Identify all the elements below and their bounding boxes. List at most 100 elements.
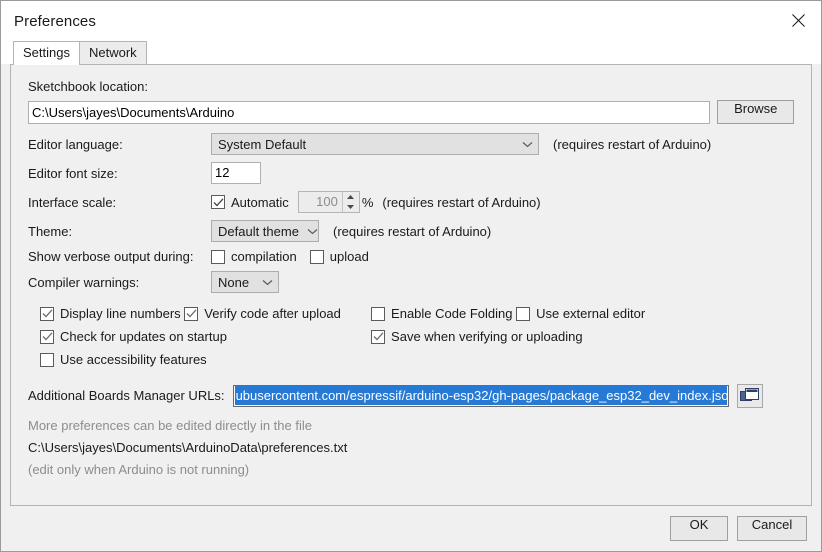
compiler-warnings-value: None [218,274,250,290]
enable-code-folding-checkbox[interactable] [371,306,386,321]
windows-expand-icon[interactable] [736,383,763,408]
dialog-button-bar: OK Cancel [1,506,821,551]
settings-panel: Sketchbook location: C:\Users\jayes\Docu… [10,64,812,506]
boards-urls-input[interactable]: ubusercontent.com/espressif/arduino-esp3… [232,384,729,407]
cancel-button[interactable]: Cancel [737,516,807,541]
use-accessibility-features-checkbox[interactable] [40,352,54,367]
display-line-numbers-checkbox[interactable] [40,306,54,321]
save-when-verifying-checkbox-wrap[interactable]: Save when verifying or uploading [371,329,583,344]
interface-scale-stepper-buttons[interactable] [341,192,359,212]
interface-scale-row: Interface scale: Automatic 100 % (requir… [28,191,794,213]
chevron-down-icon [260,279,274,286]
save-when-verifying-checkbox[interactable] [371,329,386,344]
sketchbook-row: C:\Users\jayes\Documents\Arduino Browse [28,100,794,124]
sketchbook-location-input[interactable]: C:\Users\jayes\Documents\Arduino [28,100,711,124]
check-for-updates-checkbox-wrap[interactable]: Check for updates on startup [40,329,227,344]
interface-scale-value: 100 [316,194,338,209]
interface-scale-stepper[interactable]: 100 [297,191,360,213]
editor-language-select[interactable]: System Default [211,133,539,155]
display-line-numbers-label: Display line numbers [60,306,181,321]
windows-expand-glyph [740,387,760,401]
boards-urls-row: Additional Boards Manager URLs: ubuserco… [28,383,794,408]
save-when-verifying-label: Save when verifying or uploading [391,329,583,344]
interface-scale-percent: % [361,194,374,210]
compiler-warnings-label: Compiler warnings: [28,274,140,290]
boards-urls-label: Additional Boards Manager URLs: [28,388,225,403]
footer-path-row: C:\Users\jayes\Documents\ArduinoData\pre… [28,440,794,455]
compiler-warnings-row: Compiler warnings: None [28,271,794,293]
check-icon [42,332,52,341]
browse-button[interactable]: Browse [717,100,794,124]
use-accessibility-features-label: Use accessibility features [60,352,207,367]
check-icon [373,332,384,341]
verbose-compilation-label: compilation [231,249,297,264]
theme-label: Theme: [28,223,73,239]
interface-scale-automatic-checkbox[interactable] [211,195,225,209]
interface-scale-automatic-checkbox-wrap[interactable]: Automatic [211,195,289,210]
theme-select[interactable]: Default theme [211,220,319,242]
interface-scale-automatic-label: Automatic [231,194,289,210]
verify-code-after-upload-label: Verify code after upload [204,306,341,321]
chevron-down-icon [520,141,534,148]
check-for-updates-checkbox[interactable] [40,329,54,344]
sketchbook-label: Sketchbook location: [28,79,148,94]
compiler-warnings-select[interactable]: None [211,271,279,293]
ok-button[interactable]: OK [670,516,728,541]
verbose-upload-label: upload [329,249,369,264]
tab-strip: Settings Network [1,41,821,65]
tab-settings-label: Settings [23,45,70,60]
interface-scale-label: Interface scale: [28,194,117,210]
editor-language-restart-note: (requires restart of Arduino) [553,136,712,152]
editor-language-value: System Default [218,136,307,152]
footer-note-1: More preferences can be edited directly … [28,417,312,433]
window-title: Preferences [14,12,96,30]
enable-code-folding-checkbox-wrap[interactable]: Enable Code Folding [371,306,512,321]
enable-code-folding-label: Enable Code Folding [391,306,513,321]
editor-language-label: Editor language: [28,136,123,152]
footer-note-2-row: (edit only when Arduino is not running) [28,462,794,477]
close-icon[interactable] [775,1,821,40]
editor-font-size-label: Editor font size: [28,165,118,181]
display-line-numbers-checkbox-wrap[interactable]: Display line numbers [40,306,181,321]
check-icon [186,309,197,318]
editor-font-size-row: Editor font size: 12 [28,162,794,184]
verbose-output-label: Show verbose output during: [28,249,194,264]
tab-settings[interactable]: Settings [13,41,80,65]
preferences-file-path: C:\Users\jayes\Documents\ArduinoData\pre… [28,439,348,455]
options-column-right: Enable Code Folding Use external editor … [371,306,794,344]
verify-code-after-upload-checkbox[interactable] [184,306,199,321]
stepper-up-icon[interactable] [343,192,359,202]
sketchbook-label-row: Sketchbook location: [28,79,794,94]
verbose-compilation-checkbox[interactable] [211,249,225,264]
verbose-upload-checkbox-wrap[interactable]: upload [309,249,369,264]
options-column-left: Display line numbers Verify code after u… [40,306,371,370]
tab-network-label: Network [88,45,137,60]
close-glyph [791,14,805,27]
footer-note-1-row: More preferences can be edited directly … [28,418,794,433]
theme-restart-note: (requires restart of Arduino) [333,223,492,239]
interface-scale-restart-note: (requires restart of Arduino) [382,194,541,210]
options-columns: Display line numbers Verify code after u… [28,306,794,370]
use-external-editor-checkbox-wrap[interactable]: Use external editor [516,306,645,321]
verbose-output-row: Show verbose output during: compilation … [28,249,794,264]
title-bar: Preferences [1,1,821,41]
preferences-dialog: Preferences Settings Network Sketchbook … [0,0,822,552]
theme-row: Theme: Default theme (requires restart o… [28,220,794,242]
theme-value: Default theme [218,223,299,239]
check-for-updates-label: Check for updates on startup [60,329,227,344]
use-accessibility-features-checkbox-wrap[interactable]: Use accessibility features [40,352,207,367]
boards-urls-value: ubusercontent.com/espressif/arduino-esp3… [234,386,727,405]
verbose-upload-checkbox[interactable] [309,249,324,264]
chevron-down-icon [307,228,318,235]
stepper-down-icon[interactable] [343,202,359,212]
tab-network[interactable]: Network [78,41,147,64]
use-external-editor-checkbox[interactable] [516,306,531,321]
check-icon [213,197,223,206]
editor-language-row: Editor language: System Default (require… [28,133,794,155]
editor-font-size-input[interactable]: 12 [211,162,261,184]
use-external-editor-label: Use external editor [536,306,646,321]
check-icon [42,309,52,318]
verify-code-after-upload-checkbox-wrap[interactable]: Verify code after upload [184,306,341,321]
footer-note-2: (edit only when Arduino is not running) [28,461,250,477]
verbose-compilation-checkbox-wrap[interactable]: compilation [211,249,297,264]
